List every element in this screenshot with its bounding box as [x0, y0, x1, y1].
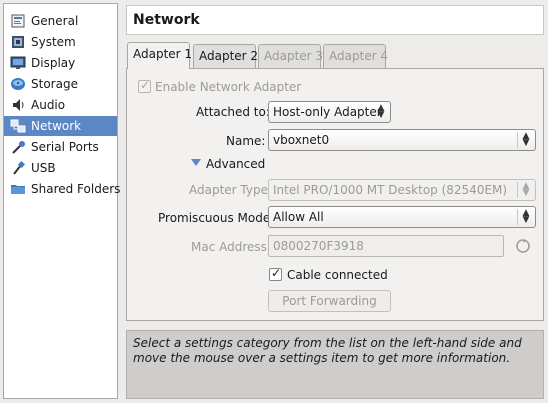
- name-select[interactable]: vboxnet0 ▲ ▼: [268, 129, 536, 151]
- mac-address-value: 0800270F3918: [273, 239, 364, 253]
- sidebar-item-label: Network: [31, 119, 82, 133]
- chevron-down-icon[interactable]: [191, 159, 201, 167]
- page-title: Network: [133, 12, 200, 28]
- settings-window: General System Display Storage Audio Net…: [0, 0, 548, 403]
- tab-adapter-3[interactable]: Adapter 3: [258, 44, 324, 68]
- port-forwarding-button[interactable]: Port Forwarding: [268, 290, 391, 312]
- port-forwarding-label: Port Forwarding: [282, 294, 377, 308]
- sidebar-item-general[interactable]: General: [4, 11, 117, 31]
- mac-address-label: Mac Address:: [191, 240, 271, 254]
- page-header: Network: [126, 5, 544, 35]
- general-icon: [11, 14, 25, 28]
- sidebar-item-display[interactable]: Display: [4, 53, 117, 73]
- adapter-type-select[interactable]: Intel PRO/1000 MT Desktop (82540EM) ▲ ▼: [268, 179, 536, 201]
- sidebar-item-label: Display: [31, 56, 76, 70]
- sidebar-item-network[interactable]: Network: [4, 116, 117, 136]
- tab-adapter-1[interactable]: Adapter 1: [127, 42, 193, 69]
- sidebar-item-label: USB: [31, 161, 56, 175]
- sidebar-item-shared-folders[interactable]: Shared Folders: [4, 179, 121, 199]
- promiscuous-mode-value: Allow All: [273, 210, 324, 224]
- audio-icon: [13, 99, 24, 111]
- info-text: Select a settings category from the list…: [133, 336, 522, 365]
- enable-adapter-label: Enable Network Adapter: [155, 80, 302, 94]
- checkmark-icon: ✓: [140, 78, 151, 92]
- sidebar-item-label: System: [31, 35, 76, 49]
- checkmark-icon: ✓: [271, 266, 282, 280]
- cable-connected-checkbox[interactable]: ✓: [269, 266, 282, 281]
- enable-adapter-checkbox[interactable]: ✓: [138, 78, 151, 93]
- mac-address-field[interactable]: 0800270F3918: [268, 235, 504, 257]
- updown-icon: ▲ ▼: [522, 208, 530, 225]
- sidebar-item-label: Serial Ports: [31, 140, 99, 154]
- cable-connected-label: Cable connected: [287, 268, 388, 282]
- refresh-icon[interactable]: [515, 238, 531, 254]
- updown-icon: ▲ ▼: [377, 103, 385, 120]
- sidebar-item-label: General: [31, 14, 79, 28]
- sidebar-item-serial-ports[interactable]: Serial Ports: [4, 137, 117, 157]
- usb-icon: [13, 160, 26, 175]
- attached-to-select[interactable]: Host-only Adapter ▲ ▼: [268, 101, 391, 123]
- attached-to-value: Host-only Adapter: [273, 105, 382, 119]
- adapter-type-label: Adapter Type:: [189, 183, 273, 197]
- settings-category-list[interactable]: General System Display Storage Audio Net…: [3, 3, 121, 399]
- tab-adapter-4[interactable]: Adapter 4: [323, 44, 389, 68]
- tab-label: Adapter 2: [199, 49, 259, 63]
- updown-icon: ▲ ▼: [522, 131, 530, 148]
- tab-label: Adapter 1: [133, 47, 193, 61]
- sidebar-item-storage[interactable]: Storage: [4, 74, 117, 94]
- sidebar-item-label: Storage: [31, 77, 78, 91]
- network-icon: [10, 119, 26, 133]
- combo-separator: [517, 182, 518, 198]
- promiscuous-mode-label: Promiscuous Mode:: [158, 211, 275, 225]
- adapter-type-value: Intel PRO/1000 MT Desktop (82540EM): [273, 183, 508, 197]
- combo-separator: [517, 209, 518, 225]
- sidebar-item-audio[interactable]: Audio: [4, 95, 117, 115]
- name-value: vboxnet0: [273, 133, 330, 147]
- tab-label: Adapter 3: [264, 49, 324, 63]
- sidebar-item-label: Audio: [31, 98, 66, 112]
- info-panel: Select a settings category from the list…: [126, 330, 544, 399]
- storage-icon: [11, 78, 25, 90]
- shared-folders-icon: [11, 185, 25, 194]
- system-icon: [12, 36, 24, 48]
- sidebar-item-usb[interactable]: USB: [4, 158, 117, 178]
- promiscuous-mode-select[interactable]: Allow All ▲ ▼: [268, 206, 536, 228]
- sidebar-item-system[interactable]: System: [4, 32, 117, 52]
- name-label: Name:: [226, 134, 266, 148]
- tab-adapter-2[interactable]: Adapter 2: [193, 44, 259, 68]
- display-icon: [10, 56, 26, 69]
- combo-separator: [517, 132, 518, 148]
- sidebar-item-label: Shared Folders: [31, 182, 121, 196]
- attached-to-label: Attached to:: [196, 105, 270, 119]
- serial-ports-icon: [12, 141, 25, 154]
- advanced-toggle[interactable]: Advanced: [206, 157, 265, 171]
- tab-label: Adapter 4: [329, 49, 389, 63]
- updown-icon: ▲ ▼: [522, 181, 530, 198]
